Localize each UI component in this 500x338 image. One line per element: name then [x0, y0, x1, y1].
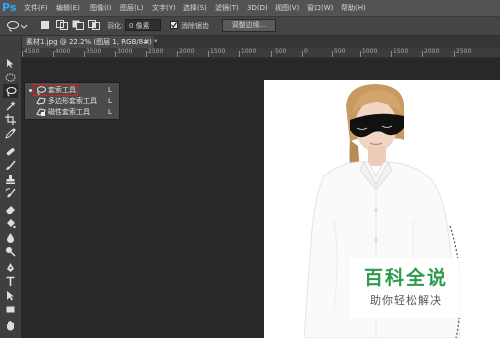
- history-brush-tool[interactable]: [3, 186, 18, 200]
- type-icon: [6, 276, 15, 286]
- menu-type[interactable]: 文字(Y): [152, 2, 176, 14]
- pen-icon: [7, 262, 14, 272]
- dodge-icon: [6, 246, 16, 257]
- add-selection-icon: [56, 20, 68, 30]
- menu-filter[interactable]: 滤镜(T): [215, 2, 239, 14]
- tool-preset-picker[interactable]: [6, 20, 28, 34]
- menu-image[interactable]: 图像(I): [90, 2, 112, 14]
- refine-edge-button[interactable]: 调整边缘...: [222, 19, 276, 32]
- path-selection-icon: [7, 290, 14, 300]
- paint-bucket-tool[interactable]: [3, 216, 18, 230]
- flyout-item-label: 多边形套索工具: [48, 97, 97, 105]
- menu-select[interactable]: 选择(S): [183, 2, 207, 14]
- history-brush-icon: [5, 187, 16, 197]
- pen-tool[interactable]: [3, 260, 18, 274]
- crop-icon: [5, 113, 16, 125]
- menu-window[interactable]: 窗口(W): [307, 2, 333, 14]
- crop-tool[interactable]: [3, 112, 18, 126]
- new-selection-icon: [41, 21, 49, 29]
- menu-bar: Ps 文件(F) 编辑(E) 图像(I) 图层(L) 文字(Y) 选择(S) 滤…: [0, 0, 500, 17]
- document-tab[interactable]: 素材1.jpg @ 22.2% (图层 1, RGB/8#) * ×: [22, 36, 158, 48]
- selected-bullet: [29, 89, 32, 92]
- document-title: 素材1.jpg @ 22.2% (图层 1, RGB/8#) *: [26, 38, 158, 46]
- polygonal-lasso-icon: [36, 97, 46, 105]
- eyedropper-tool[interactable]: [3, 126, 18, 140]
- brush-icon: [6, 160, 16, 170]
- marquee-tool[interactable]: [3, 70, 18, 84]
- flyout-item-shortcut: L: [108, 108, 112, 116]
- eraser-tool[interactable]: [3, 202, 18, 216]
- move-icon: [7, 58, 14, 68]
- checkmark-icon: [171, 22, 177, 28]
- clone-stamp-tool[interactable]: [3, 172, 18, 186]
- menu-edit[interactable]: 编辑(E): [56, 2, 80, 14]
- shape-tool[interactable]: [3, 302, 18, 316]
- selection-mode-new[interactable]: [40, 20, 50, 32]
- lasso-icon: [37, 86, 46, 95]
- gradient-icon: [7, 218, 16, 228]
- marquee-icon: [5, 73, 16, 81]
- flyout-item-magnetic-lasso[interactable]: 磁性套索工具 L: [28, 107, 116, 118]
- watermark-title: 百科全说: [364, 267, 449, 289]
- flyout-item-shortcut: L: [108, 97, 112, 105]
- feather-label: 羽化:: [107, 22, 124, 30]
- selection-mode-subtract[interactable]: [72, 20, 84, 32]
- subtract-selection-icon: [72, 20, 84, 30]
- clone-stamp-icon: [6, 174, 15, 184]
- antialias-label: 消除锯齿: [181, 22, 209, 30]
- eyedropper-icon: [5, 128, 16, 139]
- document-tab-bar: 素材1.jpg @ 22.2% (图层 1, RGB/8#) * ×: [22, 36, 500, 48]
- tools-panel: [0, 36, 22, 338]
- magic-wand-tool[interactable]: [3, 98, 18, 112]
- close-tab-button[interactable]: ×: [144, 37, 150, 47]
- brush-tool[interactable]: [3, 158, 18, 172]
- flyout-item-lasso[interactable]: 套索工具 L: [28, 84, 116, 96]
- flyout-item-label: 套索工具: [48, 86, 76, 94]
- menu-3d[interactable]: 3D(D): [247, 2, 268, 14]
- intersect-selection-icon: [88, 20, 100, 30]
- lasso-tool-flyout: 套索工具 L 多边形套索工具 L 磁性套索工具 L: [24, 82, 120, 120]
- selection-mode-intersect[interactable]: [88, 20, 100, 32]
- healing-brush-tool[interactable]: [3, 144, 18, 158]
- type-tool[interactable]: [3, 274, 18, 288]
- menu-view[interactable]: 视图(V): [275, 2, 299, 14]
- dodge-tool[interactable]: [3, 244, 18, 258]
- eraser-icon: [6, 205, 15, 214]
- flyout-item-polygonal-lasso[interactable]: 多边形套索工具 L: [28, 96, 116, 107]
- blur-icon: [7, 232, 14, 243]
- selection-mode-add[interactable]: [56, 20, 68, 32]
- hand-icon: [7, 320, 14, 330]
- flyout-item-label: 磁性套索工具: [48, 108, 90, 116]
- menu-layer[interactable]: 图层(L): [120, 2, 143, 14]
- lasso-tool[interactable]: [3, 84, 18, 98]
- flyout-item-shortcut: L: [108, 86, 112, 94]
- magnetic-lasso-icon: [36, 108, 46, 116]
- healing-brush-icon: [6, 147, 15, 155]
- horizontal-ruler: 4500 4000 3500 3000 2500 2000 1500 1000 …: [22, 48, 500, 58]
- antialias-checkbox[interactable]: [170, 21, 178, 29]
- path-selection-tool[interactable]: [3, 288, 18, 302]
- magic-wand-icon: [6, 100, 16, 110]
- lasso-preset-icon: [7, 21, 28, 32]
- options-bar: 羽化: 0 像素 消除锯齿 调整边缘...: [0, 17, 500, 36]
- move-tool[interactable]: [3, 56, 18, 70]
- ruler-ticks: [22, 51, 455, 57]
- menu-file[interactable]: 文件(F): [24, 2, 48, 14]
- watermark-subtitle: 助你轻松解决: [370, 294, 442, 307]
- menu-help[interactable]: 帮助(H): [341, 2, 366, 14]
- photoshop-logo: Ps: [2, 1, 17, 14]
- feather-input[interactable]: 0 像素: [125, 19, 161, 31]
- hand-tool[interactable]: [3, 318, 18, 332]
- blur-tool[interactable]: [3, 230, 18, 244]
- rectangle-shape-icon: [6, 306, 15, 312]
- watermark-badge: 百科全说 助你轻松解决: [350, 258, 468, 318]
- lasso-icon: [5, 86, 17, 97]
